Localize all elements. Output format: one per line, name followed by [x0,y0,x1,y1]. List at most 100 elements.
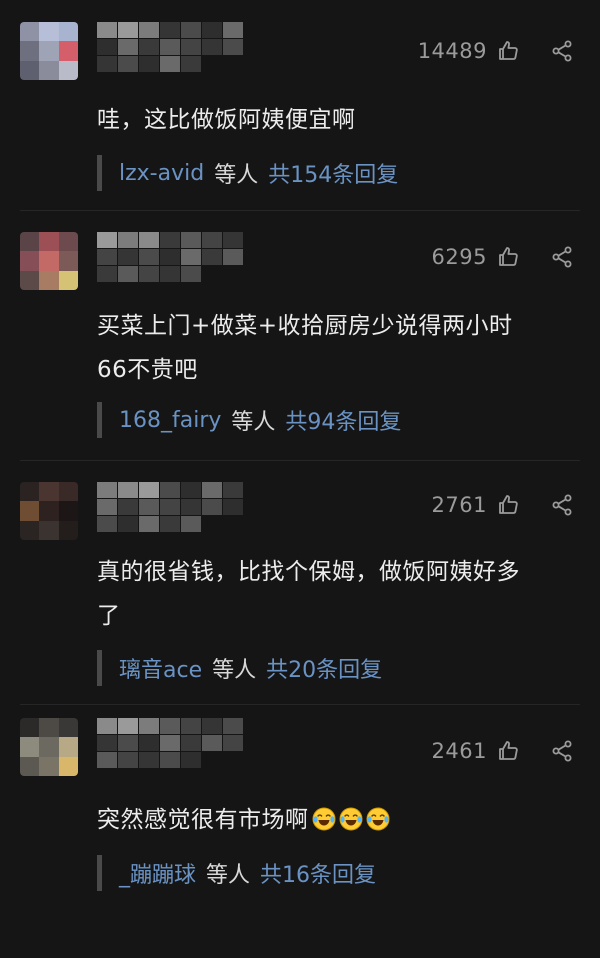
divider [20,210,580,211]
comment-text: 买菜上门+做菜+收拾厨房少说得两小时 66不贵吧 [97,304,587,392]
reply-count-link[interactable]: 共154条回复 [268,157,398,189]
avatar-pixel [20,482,40,502]
username-pixel [223,56,243,72]
username-blurred[interactable] [97,232,243,282]
share-icon[interactable] [550,493,574,517]
username-pixel [202,718,222,734]
comment-text-line: 哇，这比做饭阿姨便宜啊 [97,107,356,133]
share-icon[interactable] [550,739,574,763]
share-icon[interactable] [550,245,574,269]
username-pixel [118,22,138,38]
avatar[interactable] [20,482,78,540]
avatar-pixel [39,482,59,502]
username-pixel [139,39,159,55]
avatar-pixel [58,60,78,80]
avatar-pixel [20,520,40,540]
reply-user-link[interactable]: _蹦蹦球 [119,857,196,889]
avatar-pixel [39,251,59,271]
avatar-pixel [58,22,78,42]
avatar-pixel [39,41,59,61]
username-pixel [118,718,138,734]
username-pixel [160,516,180,532]
thumbs-up-icon[interactable] [496,39,520,63]
username-pixel [139,499,159,515]
share-icon[interactable] [550,39,574,63]
avatar[interactable] [20,718,78,776]
username-pixel [202,39,222,55]
username-pixel [97,735,117,751]
username-blurred[interactable] [97,718,243,768]
username-pixel [223,516,243,532]
avatar-pixel [20,756,40,776]
username-pixel [223,232,243,248]
username-pixel [160,735,180,751]
avatar-pixel [39,756,59,776]
thumbs-up-icon[interactable] [496,739,520,763]
reply-summary[interactable]: 168_fairy 等人 共94条回复 [97,401,401,439]
comment-text-span: 突然感觉很有市场啊 [97,807,309,833]
reply-count-link[interactable]: 共16条回复 [260,857,376,889]
emoji-group [309,807,390,833]
username-pixel [139,752,159,768]
username-pixel [181,752,201,768]
username-pixel [181,499,201,515]
avatar[interactable] [20,232,78,290]
username-pixel [139,266,159,282]
username-pixel [202,266,222,282]
username-pixel [181,482,201,498]
avatar-pixel [39,232,59,252]
username-pixel [160,56,180,72]
laughing-crying-face-icon [312,802,336,831]
username-pixel [97,39,117,55]
username-pixel [160,266,180,282]
username-pixel [202,56,222,72]
username-pixel [202,752,222,768]
username-pixel [118,232,138,248]
reply-user-link[interactable]: lzx-avid [119,161,204,186]
avatar-pixel [58,251,78,271]
reply-user-link[interactable]: 168_fairy [119,408,221,433]
username-pixel [118,56,138,72]
username-pixel [139,249,159,265]
reply-user-link[interactable]: 璃音ace [119,652,202,684]
username-pixel [97,249,117,265]
avatar-pixel [20,251,40,271]
reply-bar [97,855,102,891]
thumbs-up-icon[interactable] [496,245,520,269]
reply-summary[interactable]: 璃音ace 等人 共20条回复 [97,649,382,687]
username-pixel [202,499,222,515]
comment-meta: 2761 [432,490,574,520]
username-pixel [139,718,159,734]
avatar-pixel [39,22,59,42]
reply-summary[interactable]: lzx-avid 等人 共154条回复 [97,154,398,192]
comment-text: 突然感觉很有市场啊 [97,798,587,842]
reply-mid-text: 等人 [214,163,259,188]
username-pixel [181,39,201,55]
reply-summary[interactable]: _蹦蹦球 等人 共16条回复 [97,854,376,892]
username-pixel [181,249,201,265]
username-pixel [181,735,201,751]
reply-count-link[interactable]: 共20条回复 [266,652,382,684]
avatar-pixel [20,41,40,61]
comment-item: 2761 真的很省钱，比找个保姆，做饭阿姨好多 了 璃音ace 等人 共20条回… [0,482,600,722]
thumbs-up-icon[interactable] [496,493,520,517]
username-blurred[interactable] [97,482,243,532]
username-pixel [223,718,243,734]
comment-item: 2461 突然感觉很有市场啊 _蹦蹦球 等人 共16条回复 [0,718,600,958]
comment-text-line: 66不贵吧 [97,357,198,383]
username-pixel [181,56,201,72]
username-blurred[interactable] [97,22,243,72]
laughing-crying-face-icon [339,802,363,831]
comment-item: 14489 哇，这比做饭阿姨便宜啊 lzx-avid 等人 共154条回复 [0,22,600,262]
username-pixel [181,22,201,38]
avatar-pixel [20,718,40,738]
username-pixel [118,735,138,751]
username-pixel [139,56,159,72]
username-pixel [160,232,180,248]
reply-count-link[interactable]: 共94条回复 [285,404,401,436]
username-pixel [223,752,243,768]
avatar[interactable] [20,22,78,80]
username-pixel [223,22,243,38]
username-pixel [223,266,243,282]
avatar-pixel [58,270,78,290]
